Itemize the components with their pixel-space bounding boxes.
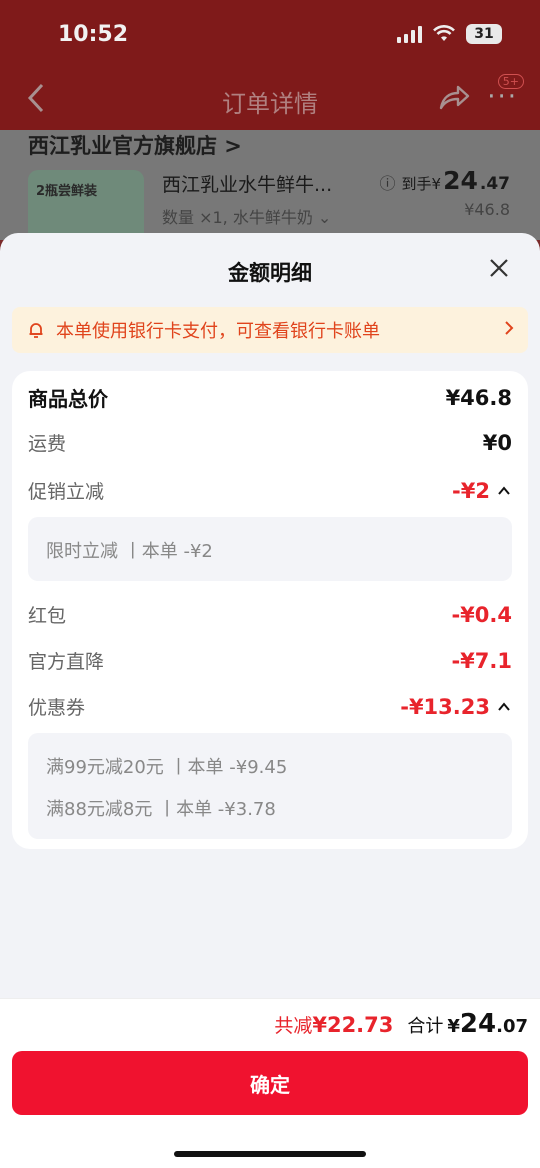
thumbnail-text: 2瓶尝鲜装	[36, 184, 98, 199]
bank-card-notice[interactable]: 本单使用银行卡支付，可查看银行卡账单	[12, 307, 528, 353]
original-price: ¥46.8	[464, 200, 510, 219]
shipping-label: 运费	[28, 433, 67, 455]
total-label: 合计	[407, 1016, 444, 1037]
bell-icon	[29, 323, 43, 338]
price-main: 24	[443, 166, 478, 195]
saved-label: 共减	[274, 1015, 313, 1037]
bottom-bar: 共减¥22.73 合计 ¥ 24.07 确定	[0, 998, 540, 1168]
chevron-up-icon[interactable]	[496, 483, 512, 499]
shipping-row: 运费 ¥0	[28, 429, 512, 456]
total-amount: 24.07	[460, 1009, 528, 1039]
total-main: 24	[459, 1009, 497, 1039]
coupon-value: -¥13.23	[400, 694, 490, 719]
product-name: 西江乳业水牛鲜牛...	[162, 174, 333, 196]
chevron-up-icon[interactable]	[496, 699, 512, 715]
official-cut-value: -¥7.1	[451, 648, 512, 673]
home-indicator	[174, 1151, 366, 1157]
order-product-card: 西江乳业官方旗舰店 > 2瓶尝鲜装 西江乳业水牛鲜牛... 数量 ×1, 水牛鲜…	[0, 130, 540, 250]
store-name[interactable]: 西江乳业官方旗舰店 >	[28, 130, 242, 160]
saved-amount: ¥22.73	[312, 1013, 394, 1037]
sheet-title: 金额明细	[228, 261, 312, 285]
coupon-detail-1: 满99元减20元 丨本单 -¥9.45	[46, 757, 288, 778]
total-currency: ¥	[447, 1016, 460, 1037]
promo-row[interactable]: 促销立减 -¥2	[28, 477, 512, 504]
promo-value: -¥2	[452, 478, 490, 503]
close-icon[interactable]	[486, 255, 512, 281]
red-packet-row: 红包 -¥0.4	[28, 601, 512, 628]
status-time: 10:52	[58, 22, 129, 47]
price-prefix: 到手¥	[401, 175, 442, 193]
product-spec: 数量 ×1, 水牛鲜牛奶 ⌄	[162, 208, 332, 227]
info-icon: ⓘ	[379, 174, 396, 193]
nav-bar: 订单详情 ··· 5+	[0, 70, 540, 130]
amount-detail-card: 商品总价 ¥46.8 运费 ¥0 促销立减 -¥2 限时立减 丨本单 -¥2 红…	[12, 371, 528, 849]
coupon-detail-2: 满88元减8元 丨本单 -¥3.78	[46, 799, 276, 820]
official-cut-row: 官方直降 -¥7.1	[28, 647, 512, 674]
final-price: ⓘ 到手¥ 24 .47	[380, 166, 510, 195]
share-icon[interactable]	[438, 82, 472, 116]
price-decimal: .47	[479, 174, 510, 194]
notification-badge: 5+	[497, 74, 524, 89]
red-packet-label: 红包	[28, 605, 67, 627]
status-icons: 31	[397, 24, 502, 44]
coupon-label: 优惠券	[28, 697, 86, 719]
promo-label: 促销立减	[28, 481, 105, 503]
goods-total-value: ¥46.8	[445, 385, 512, 410]
promo-detail-box: 限时立减 丨本单 -¥2	[28, 517, 512, 581]
goods-total-row: 商品总价 ¥46.8	[28, 383, 512, 412]
total-decimal: .07	[496, 1016, 528, 1037]
coupon-detail-box: 满99元减20元 丨本单 -¥9.45 满88元减8元 丨本单 -¥3.78	[28, 733, 512, 839]
totals: 共减¥22.73 合计 ¥ 24.07	[274, 1009, 528, 1039]
red-packet-value: -¥0.4	[451, 602, 512, 627]
notice-text: 本单使用银行卡支付，可查看银行卡账单	[56, 321, 380, 342]
official-cut-label: 官方直降	[28, 651, 105, 673]
status-bar: 10:52 31	[0, 0, 540, 70]
battery-icon: 31	[466, 24, 502, 44]
goods-total-label: 商品总价	[28, 387, 108, 411]
coupon-row[interactable]: 优惠券 -¥13.23	[28, 693, 512, 720]
cellular-signal-icon	[397, 25, 422, 43]
shipping-value: ¥0	[482, 430, 512, 455]
chevron-right-icon	[504, 320, 514, 341]
promo-detail: 限时立减 丨本单 -¥2	[46, 541, 213, 562]
wifi-icon	[433, 25, 455, 41]
confirm-button[interactable]: 确定	[12, 1051, 528, 1115]
saved-total: 共减¥22.73	[274, 1011, 393, 1038]
